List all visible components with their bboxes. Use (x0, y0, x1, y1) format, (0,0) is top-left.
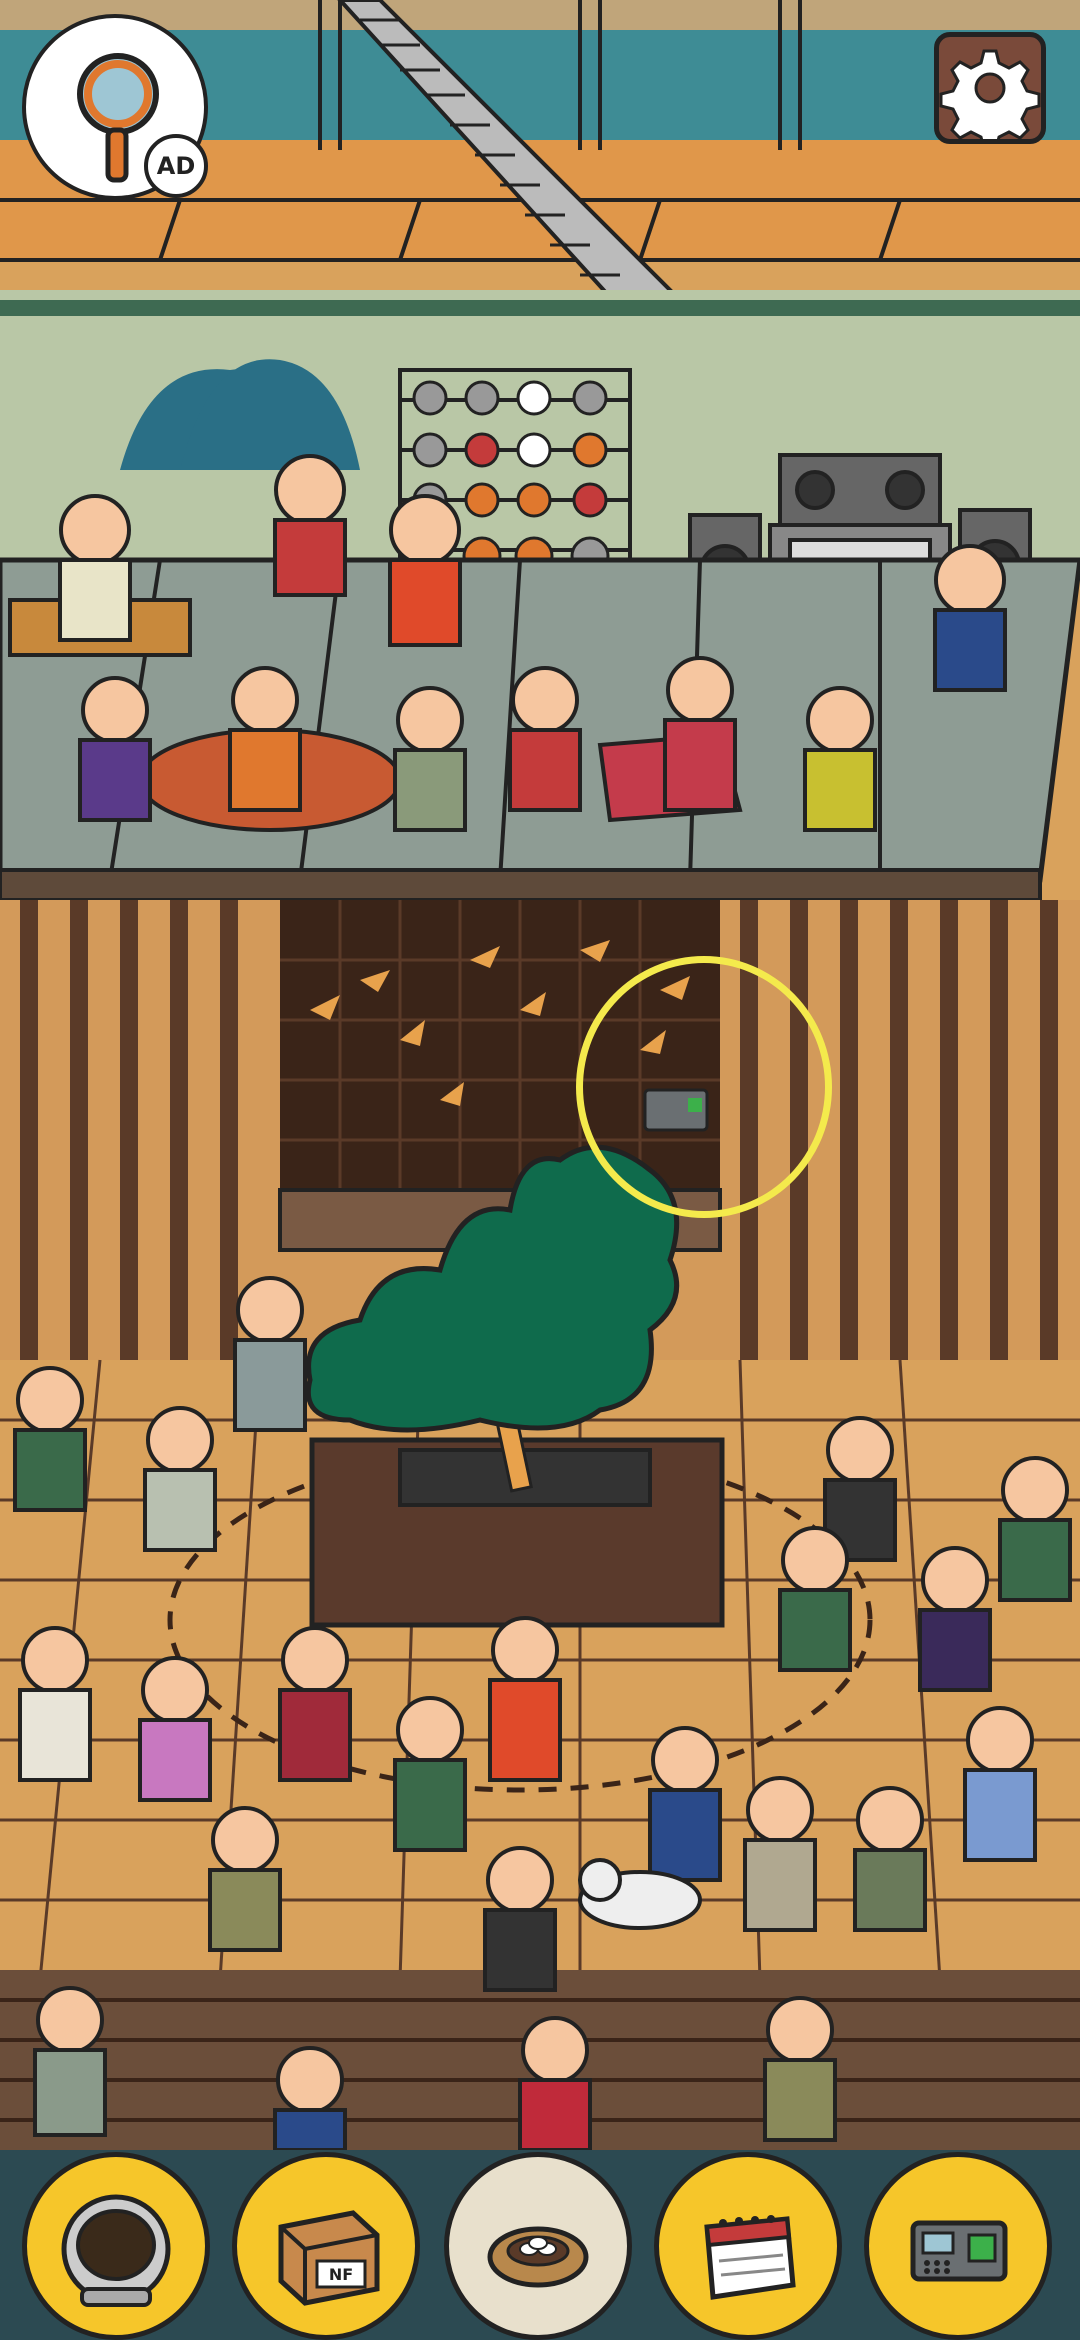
person (763, 1996, 837, 2142)
tray-slot-nf-package-box[interactable]: NF (232, 2152, 420, 2340)
person (508, 666, 582, 812)
person (663, 656, 737, 812)
person (13, 1366, 87, 1512)
desk-calendar-icon (704, 2215, 796, 2300)
svg-text:NF: NF (329, 2265, 353, 2284)
person (58, 494, 132, 642)
person (143, 1406, 217, 1552)
person (33, 1986, 107, 2137)
person (278, 1626, 352, 1782)
person (78, 676, 152, 822)
person (228, 666, 302, 812)
person (393, 686, 467, 832)
person (778, 1526, 852, 1672)
card-reader-target[interactable] (640, 1084, 714, 1136)
person (743, 1776, 817, 1932)
person (273, 2046, 347, 2152)
person (393, 1696, 467, 1852)
tray-slot-desk-calendar[interactable] (654, 2152, 842, 2340)
person (233, 1276, 307, 1432)
person (918, 1546, 992, 1692)
person (803, 686, 877, 832)
person (138, 1656, 212, 1802)
person (998, 1456, 1072, 1602)
person (488, 1616, 562, 1782)
person (483, 1846, 557, 1992)
tray-slot-bird-nest[interactable] (444, 2152, 632, 2340)
person (933, 544, 1007, 692)
bird-nest-icon (487, 2226, 589, 2288)
person (388, 494, 462, 647)
tray-slot-astronaut-helmet[interactable] (22, 2152, 210, 2340)
game-scene[interactable] (0, 0, 1080, 2340)
card-reader-icon (910, 2220, 1008, 2282)
gear-icon (939, 49, 1041, 139)
person (518, 2016, 592, 2152)
tray-slot-card-reader[interactable] (864, 2152, 1052, 2340)
settings-button[interactable] (934, 32, 1046, 144)
person (963, 1706, 1037, 1862)
person (273, 454, 347, 597)
person (648, 1726, 722, 1882)
person (853, 1786, 927, 1932)
ad-badge: AD (144, 134, 208, 198)
astronaut-helmet-icon (61, 2194, 171, 2307)
person (208, 1806, 282, 1952)
nf-package-box-icon: NF (278, 2210, 380, 2306)
person (18, 1626, 92, 1782)
